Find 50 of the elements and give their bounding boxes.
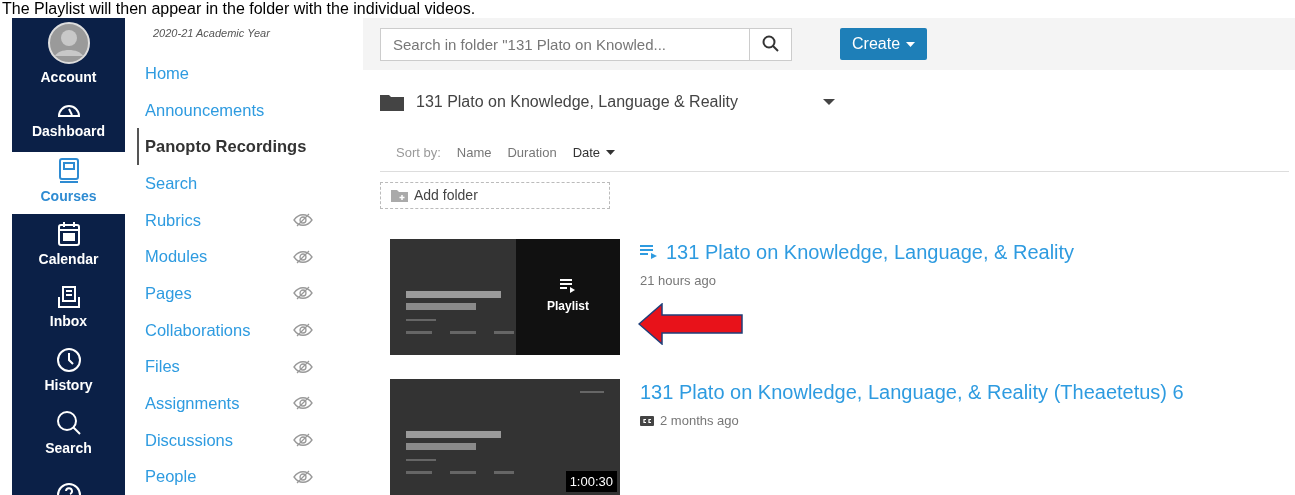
book-icon (57, 158, 80, 185)
playlist-icon (560, 279, 576, 293)
global-nav-item[interactable]: Dashboard (12, 88, 125, 152)
session-title[interactable]: 131 Plato on Knowledge, Language, & Reality (Theaetetus) 6 (640, 377, 1184, 407)
search-field[interactable]: Search in folder "131 Plato on Knowled... (380, 27, 750, 61)
global-nav-item[interactable]: Calendar (12, 214, 125, 278)
avatar-icon (46, 20, 91, 65)
course-nav-link[interactable]: Panopto Recordings (145, 134, 307, 160)
course-nav-link[interactable]: Discussions (145, 427, 234, 453)
global-nav-item[interactable]: History (12, 339, 125, 403)
course-nav-link[interactable]: Announcements (145, 97, 265, 123)
course-nav-link[interactable]: Rubrics (145, 207, 201, 233)
clock-icon (55, 346, 82, 373)
sort-descending-icon (606, 150, 616, 155)
session-time: 21 hours ago (640, 272, 716, 290)
folder-icon (380, 93, 404, 111)
caret-icon[interactable] (823, 99, 835, 105)
session-time: 2 months ago (660, 412, 739, 430)
caret-icon (906, 41, 916, 47)
help-icon (55, 481, 82, 495)
term-label: 2020-21 Academic Year (152, 26, 271, 41)
sort-option[interactable]: Date (572, 142, 616, 163)
course-nav-link[interactable]: People (145, 464, 197, 489)
course-nav-link[interactable]: Files (145, 354, 180, 379)
search-icon (55, 409, 82, 436)
folder-add-icon (391, 189, 408, 202)
course-nav-link[interactable]: Home (145, 61, 189, 86)
global-nav-item[interactable]: Courses (12, 151, 125, 215)
global-nav-item[interactable]: Account (12, 18, 125, 89)
search-button[interactable] (750, 27, 792, 61)
caption: The Playlist will then appear in the folder with the individual videos. (1, 0, 477, 18)
playlist-icon (640, 245, 658, 259)
course-nav-link[interactable]: Modules (145, 244, 208, 270)
course-nav-link[interactable]: Pages (145, 280, 192, 306)
inbox-icon (56, 285, 81, 310)
course-nav-link[interactable]: Assignments (145, 390, 240, 416)
folder-name: 131 Plato on Knowledge, Language & Reality (416, 92, 739, 112)
sort-option[interactable]: Duration (507, 142, 557, 163)
session-title[interactable]: 131 Plato on Knowledge, Language, & Reality (666, 237, 1075, 267)
playlist-overlay: Playlist (516, 239, 620, 355)
search-icon (761, 35, 780, 53)
course-nav-link[interactable]: Search (145, 171, 198, 196)
sort-option[interactable]: Name (456, 142, 492, 163)
calendar-icon (56, 221, 81, 248)
create-button[interactable]: Create (840, 28, 928, 60)
global-nav-item[interactable]: Search (12, 402, 125, 466)
course-nav-link[interactable]: Collaborations (145, 317, 251, 343)
global-nav-item[interactable]: Inbox (12, 277, 125, 340)
sort-label: Sort by: (396, 143, 441, 162)
add-folder-button[interactable]: Add folder (380, 182, 610, 209)
